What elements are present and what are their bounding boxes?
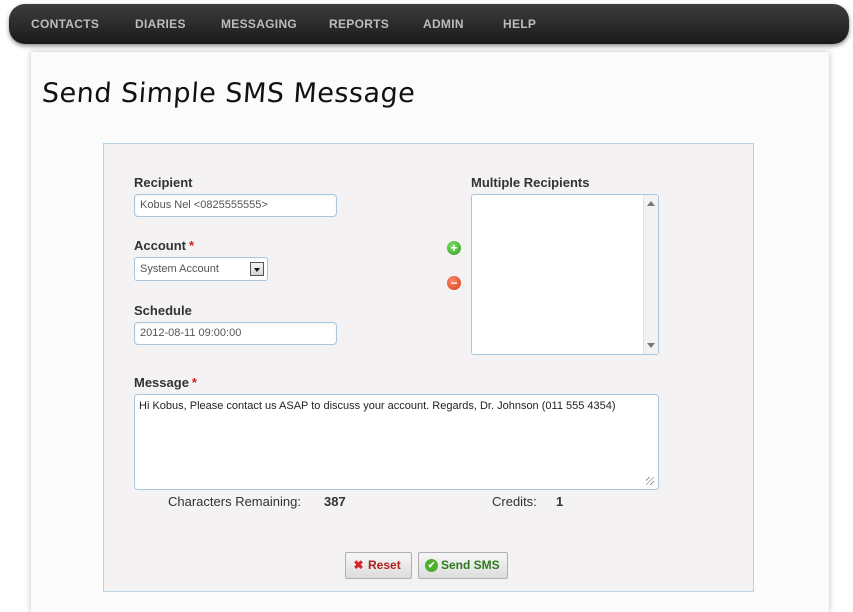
top-nav: CONTACTS DIARIES MESSAGING REPORTS ADMIN… [9,4,849,44]
credits-value: 1 [556,494,564,509]
scroll-down-icon[interactable] [647,343,655,348]
message-label-text: Message [134,375,189,390]
schedule-label: Schedule [134,303,192,318]
nav-help[interactable]: HELP [503,17,536,31]
multiple-recipients-label: Multiple Recipients [471,175,590,190]
x-icon: ✖ [353,558,364,572]
send-sms-button-label: Send SMS [441,558,500,572]
required-mark: * [191,375,197,390]
credits-label: Credits: [492,494,537,509]
chars-remaining-value: 387 [324,494,346,509]
page-title: Send Simple SMS Message [40,78,417,109]
account-label-text: Account [134,238,186,253]
minus-icon[interactable]: − [447,276,461,290]
recipient-label: Recipient [134,175,193,190]
chevron-down-icon[interactable] [250,262,264,276]
nav-messaging[interactable]: MESSAGING [221,17,297,31]
account-label: Account * [134,238,194,253]
reset-button[interactable]: ✖ Reset [345,552,412,579]
scrollbar[interactable] [643,195,658,354]
send-sms-button[interactable]: ✔ Send SMS [418,552,508,579]
check-icon: ✔ [425,559,438,572]
resize-grip-icon[interactable] [646,477,654,485]
scroll-up-icon[interactable] [647,201,655,206]
multiple-recipients-list[interactable] [471,194,659,355]
nav-diaries[interactable]: DIARIES [135,17,186,31]
plus-icon[interactable]: + [447,241,461,255]
recipient-input[interactable]: Kobus Nel <0825555555> [134,194,337,217]
message-text: Hi Kobus, Please contact us ASAP to disc… [139,400,616,412]
chars-remaining-label: Characters Remaining: [168,494,301,509]
reset-button-label: Reset [368,558,401,572]
nav-contacts[interactable]: CONTACTS [31,17,99,31]
message-textarea[interactable]: Hi Kobus, Please contact us ASAP to disc… [134,394,659,490]
required-mark: * [189,238,195,253]
message-label: Message * [134,375,197,390]
nav-reports[interactable]: REPORTS [329,17,389,31]
account-select-value: System Account [140,263,219,275]
nav-admin[interactable]: ADMIN [423,17,464,31]
schedule-input[interactable]: 2012-08-11 09:00:00 [134,322,337,345]
account-select[interactable]: System Account [134,257,268,281]
